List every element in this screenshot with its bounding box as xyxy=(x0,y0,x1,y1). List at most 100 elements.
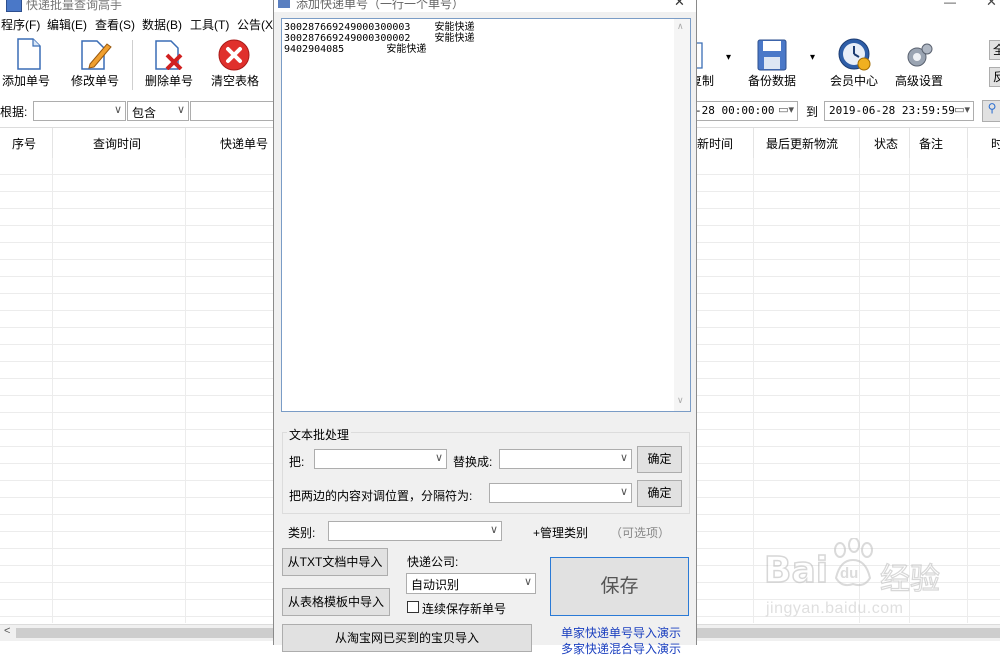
table-header-right: 新时间 最后更新物流 状态 备注 时 xyxy=(697,127,1000,159)
column-header-status[interactable]: 状态 xyxy=(874,135,898,152)
filter-bar-right: -28 00:00:00 ▭▾ 到 2019-06-28 23:59:59 ▭▾… xyxy=(686,99,1000,123)
dialog-title: 添加快递单号（一行一个单号） xyxy=(296,0,465,11)
menu-tools[interactable]: 工具(T) xyxy=(190,16,229,33)
search-button[interactable]: ⚲ xyxy=(982,100,1000,122)
menu-view[interactable]: 查看(S) xyxy=(95,16,135,33)
manage-category-link[interactable]: +管理类别 xyxy=(533,524,588,541)
replace-confirm-button[interactable]: 确定 xyxy=(637,446,682,473)
chevron-down-icon: ∨ xyxy=(619,486,628,498)
horizontal-scrollbar[interactable]: < xyxy=(0,624,275,641)
filter-field-select[interactable]: ∨ xyxy=(33,101,126,121)
scrollbar-thumb[interactable] xyxy=(697,628,1000,638)
dropdown-arrow-icon[interactable]: ▾ xyxy=(810,52,815,63)
column-header-time[interactable]: 时 xyxy=(991,135,1000,152)
replace-to-select[interactable]: ∨ xyxy=(499,449,632,469)
toolbar-separator xyxy=(132,40,133,90)
member-center-label[interactable]: 会员中心 xyxy=(830,72,878,89)
filter-bar-left: 根据: ∨ 包含 ∨ xyxy=(0,99,280,123)
member-clock-icon xyxy=(838,38,871,71)
backup-label[interactable]: 备份数据 xyxy=(748,72,796,89)
category-select[interactable]: ∨ xyxy=(328,521,502,541)
dialog-title-bar: 添加快递单号（一行一个单号） ✕ xyxy=(274,0,696,12)
filter-match-select[interactable]: 包含 ∨ xyxy=(127,101,189,121)
dropdown-arrow-icon[interactable]: ▾ xyxy=(726,52,731,63)
baidu-jingyan-watermark: Bai du 经验 jingyan.baidu.com xyxy=(763,538,974,628)
main-window-title: 快递批量查询高手 xyxy=(26,0,123,12)
close-icon[interactable]: ✕ xyxy=(986,0,997,10)
import-table-button[interactable]: 从表格模板中导入 xyxy=(282,588,390,616)
multi-courier-demo-link[interactable]: 多家快递混合导入演示 xyxy=(561,640,681,657)
scroll-left-icon[interactable]: < xyxy=(4,625,10,637)
menu-program[interactable]: 程序(F) xyxy=(1,16,40,33)
minimize-icon[interactable]: — xyxy=(944,0,956,9)
save-button[interactable]: 保存 xyxy=(550,557,689,616)
delete-document-icon xyxy=(155,40,183,70)
category-label: 类别: xyxy=(288,526,316,540)
document-icon xyxy=(17,38,41,70)
add-tracking-dialog: 添加快递单号（一行一个单号） ✕ 300287669249000300003 安… xyxy=(273,0,697,656)
main-toolbar-right: 复制 ▾ 备份数据 ▾ 会员中心 高级设置 全 反 xyxy=(690,36,1000,96)
filter-keyword-input[interactable] xyxy=(190,101,280,121)
chevron-down-icon: ∨ xyxy=(619,452,628,464)
separator-select[interactable]: ∨ xyxy=(489,483,632,503)
continue-save-label[interactable]: 连续保存新单号 xyxy=(422,600,506,617)
delete-number-button[interactable]: 删除单号 xyxy=(142,36,196,94)
advanced-settings-label[interactable]: 高级设置 xyxy=(895,72,943,89)
edit-number-button[interactable]: 修改单号 xyxy=(68,36,122,94)
dialog-app-icon xyxy=(278,0,290,8)
menu-notice[interactable]: 公告(X xyxy=(237,16,273,33)
app-icon xyxy=(6,0,22,12)
menu-bar: 程序(F) 编辑(E) 查看(S) 数据(B) 工具(T) 公告(X xyxy=(0,13,275,35)
dialog-close-icon[interactable]: ✕ xyxy=(674,0,685,10)
swap-confirm-button[interactable]: 确定 xyxy=(637,480,682,507)
single-courier-demo-link[interactable]: 单家快递单号导入演示 xyxy=(561,624,681,641)
add-number-button[interactable]: 添加单号 xyxy=(0,36,52,94)
optional-note: （可选项） xyxy=(610,526,671,540)
calendar-dropdown-icon: ▭▾ xyxy=(954,104,970,116)
column-header-tracking-number[interactable]: 快递单号 xyxy=(220,135,268,152)
scroll-down-icon[interactable]: ∨ xyxy=(677,395,684,406)
date-to-picker[interactable]: 2019-06-28 23:59:59 ▭▾ xyxy=(824,101,974,121)
replace-from-select[interactable]: ∨ xyxy=(314,449,447,469)
delete-number-label: 删除单号 xyxy=(144,74,193,88)
courier-select[interactable]: 自动识别 ∨ xyxy=(406,573,536,594)
menu-edit[interactable]: 编辑(E) xyxy=(47,16,87,33)
textarea-vertical-scrollbar[interactable]: ∧ ∨ xyxy=(674,19,690,411)
column-header-remark[interactable]: 备注 xyxy=(919,135,943,152)
filter-label: 根据: xyxy=(0,105,28,119)
chevron-down-icon: ∨ xyxy=(523,576,532,588)
scroll-up-icon[interactable]: ∧ xyxy=(677,21,684,32)
replace-from-label: 把: xyxy=(289,455,305,469)
select-all-button[interactable]: 全 xyxy=(989,40,1000,60)
clear-table-button[interactable]: 清空表格 xyxy=(208,36,262,94)
invert-select-button[interactable]: 反 xyxy=(989,67,1000,87)
table-body-left xyxy=(0,158,275,623)
import-txt-button[interactable]: 从TXT文档中导入 xyxy=(282,548,388,576)
edit-number-label: 修改单号 xyxy=(70,74,119,88)
clear-x-icon xyxy=(218,39,250,71)
column-header-last-logistics[interactable]: 最后更新物流 xyxy=(766,135,838,152)
chevron-down-icon: ∨ xyxy=(489,524,498,536)
menu-data[interactable]: 数据(B) xyxy=(142,16,182,33)
add-number-label: 添加单号 xyxy=(1,74,50,88)
text-line: 9402904085 安能快递 xyxy=(284,44,427,55)
courier-label: 快递公司: xyxy=(407,555,459,569)
search-icon: ⚲ xyxy=(987,101,997,115)
column-header-index[interactable]: 序号 xyxy=(12,135,36,152)
tracking-numbers-textarea[interactable]: 300287669249000300003 安能快递 3002876692490… xyxy=(281,18,691,412)
date-from-picker[interactable]: -28 00:00:00 ▭▾ xyxy=(686,101,798,121)
backup-floppy-icon xyxy=(757,39,787,71)
gear-icon xyxy=(907,43,933,67)
scrollbar-thumb[interactable] xyxy=(16,628,274,638)
continue-save-checkbox[interactable] xyxy=(407,601,419,613)
import-taobao-button[interactable]: 从淘宝网已买到的宝贝导入 xyxy=(282,624,532,652)
column-header-query-time[interactable]: 查询时间 xyxy=(93,135,141,152)
swap-label: 把两边的内容对调位置，分隔符为: xyxy=(289,489,473,503)
replace-to-label: 替换成: xyxy=(453,455,493,469)
main-toolbar-left: 添加单号 修改单号 删除单号 清空表格 xyxy=(0,36,275,96)
column-header-update-time[interactable]: 新时间 xyxy=(697,135,733,152)
chevron-down-icon: ∨ xyxy=(434,452,443,464)
clear-table-label: 清空表格 xyxy=(210,74,259,88)
chevron-down-icon: ∨ xyxy=(113,104,122,116)
table-header-left: 序号 查询时间 快递单号 xyxy=(0,127,275,159)
